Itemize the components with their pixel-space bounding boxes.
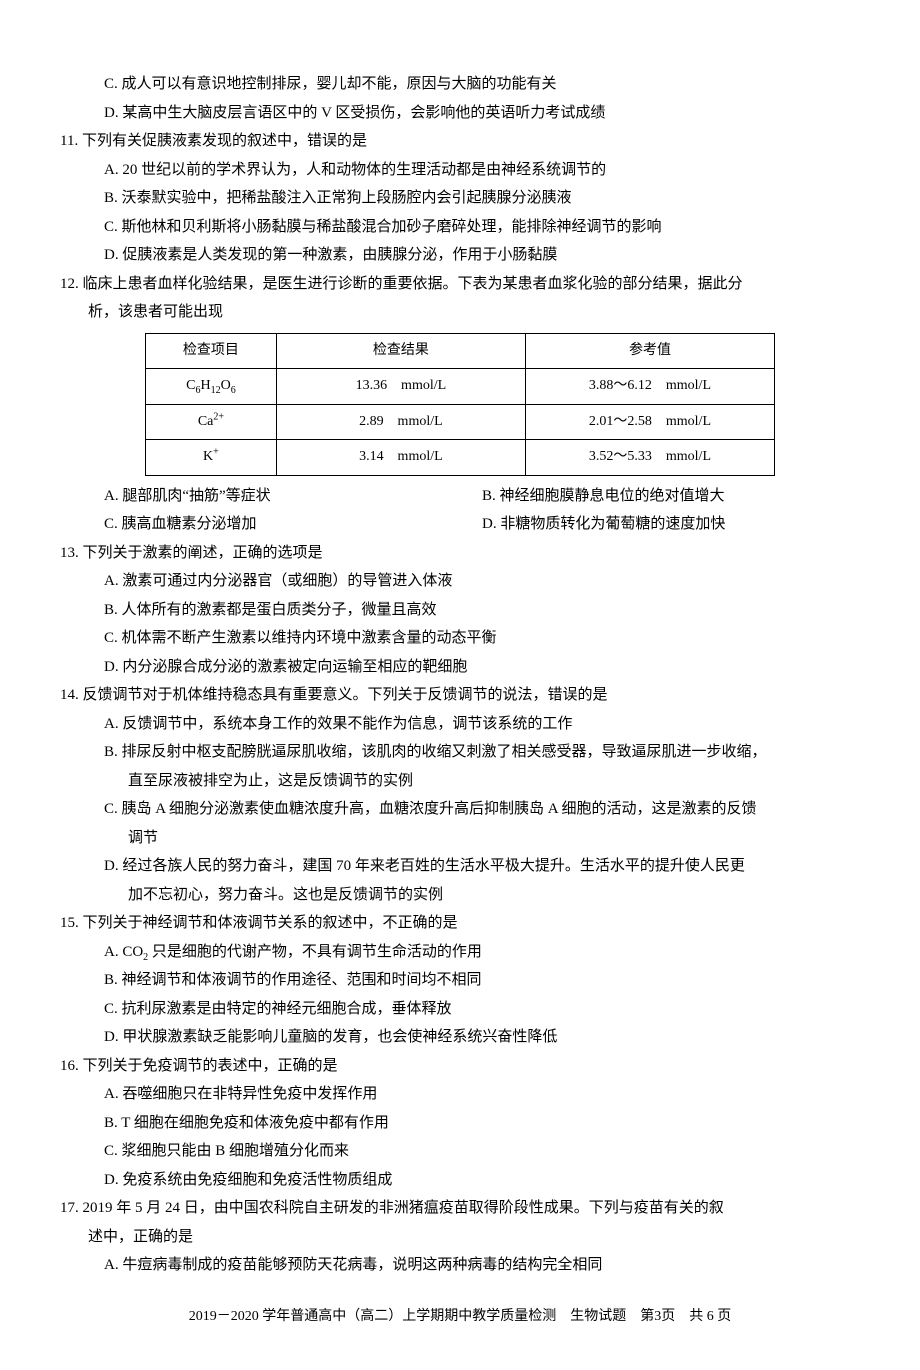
q15-option-c: C. 抗利尿激素是由特定的神经元细胞合成，垂体释放 — [60, 995, 860, 1024]
q14-option-d-line2: 加不忘初心，努力奋斗。这也是反馈调节的实例 — [60, 881, 860, 910]
q12-option-a: A. 腿部肌肉“抽筋”等症状 — [104, 482, 482, 511]
q14-option-a: A. 反馈调节中，系统本身工作的效果不能作为信息，调节该系统的工作 — [60, 710, 860, 739]
q12-options-row1: A. 腿部肌肉“抽筋”等症状 B. 神经细胞膜静息电位的绝对值增大 — [60, 482, 860, 511]
q11-option-b: B. 沃泰默实验中，把稀盐酸注入正常狗上段肠腔内会引起胰腺分泌胰液 — [60, 184, 860, 213]
q12-table: 检查项目 检查结果 参考值 C6H12O6 13.36 mmol/L 3.88～… — [145, 333, 775, 476]
q12-option-d: D. 非糖物质转化为葡萄糖的速度加快 — [482, 510, 860, 539]
cell-item: Ca2+ — [146, 404, 277, 440]
q11-option-c: C. 斯他林和贝利斯将小肠黏膜与稀盐酸混合加砂子磨碎处理，能排除神经调节的影响 — [60, 213, 860, 242]
question-15: 15. 下列关于神经调节和体液调节关系的叙述中，不正确的是 A. CO2 只是细… — [60, 909, 860, 1052]
q14-option-b-line2: 直至尿液被排空为止，这是反馈调节的实例 — [60, 767, 860, 796]
q16-option-d: D. 免疫系统由免疫细胞和免疫活性物质组成 — [60, 1166, 860, 1195]
question-13: 13. 下列关于激素的阐述，正确的选项是 A. 激素可通过内分泌器官（或细胞）的… — [60, 539, 860, 682]
q13-stem: 13. 下列关于激素的阐述，正确的选项是 — [60, 539, 860, 568]
q17-option-a: A. 牛痘病毒制成的疫苗能够预防天花病毒，说明这两种病毒的结构完全相同 — [60, 1251, 860, 1280]
cell-result: 2.89 mmol/L — [276, 404, 525, 440]
cell-item: K+ — [146, 440, 277, 476]
q17-stem-line2: 述中，正确的是 — [60, 1223, 860, 1252]
page-footer: 2019－2020 学年普通高中（高二）上学期期中教学质量检测 生物试题 第3页… — [60, 1304, 860, 1331]
question-14: 14. 反馈调节对于机体维持稳态具有重要意义。下列关于反馈调节的说法，错误的是 … — [60, 681, 860, 909]
q16-stem: 16. 下列关于免疫调节的表述中，正确的是 — [60, 1052, 860, 1081]
question-11: 11. 下列有关促胰液素发现的叙述中，错误的是 A. 20 世纪以前的学术界认为… — [60, 127, 860, 270]
q14-option-c-line2: 调节 — [60, 824, 860, 853]
q15-stem: 15. 下列关于神经调节和体液调节关系的叙述中，不正确的是 — [60, 909, 860, 938]
cell-result: 3.14 mmol/L — [276, 440, 525, 476]
cell-ref: 2.01～2.58 mmol/L — [525, 404, 774, 440]
q16-option-c: C. 浆细胞只能由 B 细胞增殖分化而来 — [60, 1137, 860, 1166]
q16-option-a: A. 吞噬细胞只在非特异性免疫中发挥作用 — [60, 1080, 860, 1109]
q10-option-c: C. 成人可以有意识地控制排尿，婴儿却不能，原因与大脑的功能有关 — [60, 70, 860, 99]
q17-stem-line1: 17. 2019 年 5 月 24 日，由中国农科院自主研发的非洲猪瘟疫苗取得阶… — [60, 1194, 860, 1223]
q12-option-b: B. 神经细胞膜静息电位的绝对值增大 — [482, 482, 860, 511]
th-result: 检查结果 — [276, 333, 525, 369]
cell-result: 13.36 mmol/L — [276, 369, 525, 405]
q12-options-row2: C. 胰高血糖素分泌增加 D. 非糖物质转化为葡萄糖的速度加快 — [60, 510, 860, 539]
q12-stem-line2: 析，该患者可能出现 — [60, 298, 860, 327]
q11-option-d: D. 促胰液素是人类发现的第一种激素，由胰腺分泌，作用于小肠黏膜 — [60, 241, 860, 270]
q14-option-b-line1: B. 排尿反射中枢支配膀胱逼尿肌收缩，该肌肉的收缩又刺激了相关感受器，导致逼尿肌… — [60, 738, 860, 767]
th-item: 检查项目 — [146, 333, 277, 369]
cell-item: C6H12O6 — [146, 369, 277, 405]
q13-option-b: B. 人体所有的激素都是蛋白质类分子，微量且高效 — [60, 596, 860, 625]
table-row: C6H12O6 13.36 mmol/L 3.88～6.12 mmol/L — [146, 369, 775, 405]
q11-option-a: A. 20 世纪以前的学术界认为，人和动物体的生理活动都是由神经系统调节的 — [60, 156, 860, 185]
q11-stem: 11. 下列有关促胰液素发现的叙述中，错误的是 — [60, 127, 860, 156]
q13-option-d: D. 内分泌腺合成分泌的激素被定向运输至相应的靶细胞 — [60, 653, 860, 682]
cell-ref: 3.88～6.12 mmol/L — [525, 369, 774, 405]
table-row: Ca2+ 2.89 mmol/L 2.01～2.58 mmol/L — [146, 404, 775, 440]
q14-option-d-line1: D. 经过各族人民的努力奋斗，建国 70 年来老百姓的生活水平极大提升。生活水平… — [60, 852, 860, 881]
question-12: 12. 临床上患者血样化验结果，是医生进行诊断的重要依据。下表为某患者血浆化验的… — [60, 270, 860, 539]
q12-stem-line1: 12. 临床上患者血样化验结果，是医生进行诊断的重要依据。下表为某患者血浆化验的… — [60, 270, 860, 299]
q12-option-c: C. 胰高血糖素分泌增加 — [104, 510, 482, 539]
question-10-partial: C. 成人可以有意识地控制排尿，婴儿却不能，原因与大脑的功能有关 D. 某高中生… — [60, 70, 860, 127]
q13-option-c: C. 机体需不断产生激素以维持内环境中激素含量的动态平衡 — [60, 624, 860, 653]
q14-stem: 14. 反馈调节对于机体维持稳态具有重要意义。下列关于反馈调节的说法，错误的是 — [60, 681, 860, 710]
q10-option-d: D. 某高中生大脑皮层言语区中的 V 区受损伤，会影响他的英语听力考试成绩 — [60, 99, 860, 128]
table-header-row: 检查项目 检查结果 参考值 — [146, 333, 775, 369]
q14-option-c-line1: C. 胰岛 A 细胞分泌激素使血糖浓度升高，血糖浓度升高后抑制胰岛 A 细胞的活… — [60, 795, 860, 824]
question-16: 16. 下列关于免疫调节的表述中，正确的是 A. 吞噬细胞只在非特异性免疫中发挥… — [60, 1052, 860, 1195]
table-row: K+ 3.14 mmol/L 3.52～5.33 mmol/L — [146, 440, 775, 476]
question-17: 17. 2019 年 5 月 24 日，由中国农科院自主研发的非洲猪瘟疫苗取得阶… — [60, 1194, 860, 1280]
q15-option-d: D. 甲状腺激素缺乏能影响儿童脑的发育，也会使神经系统兴奋性降低 — [60, 1023, 860, 1052]
q15-option-a: A. CO2 只是细胞的代谢产物，不具有调节生命活动的作用 — [60, 938, 860, 967]
q16-option-b: B. T 细胞在细胞免疫和体液免疫中都有作用 — [60, 1109, 860, 1138]
cell-ref: 3.52～5.33 mmol/L — [525, 440, 774, 476]
th-ref: 参考值 — [525, 333, 774, 369]
q15-option-b: B. 神经调节和体液调节的作用途径、范围和时间均不相同 — [60, 966, 860, 995]
q13-option-a: A. 激素可通过内分泌器官（或细胞）的导管进入体液 — [60, 567, 860, 596]
